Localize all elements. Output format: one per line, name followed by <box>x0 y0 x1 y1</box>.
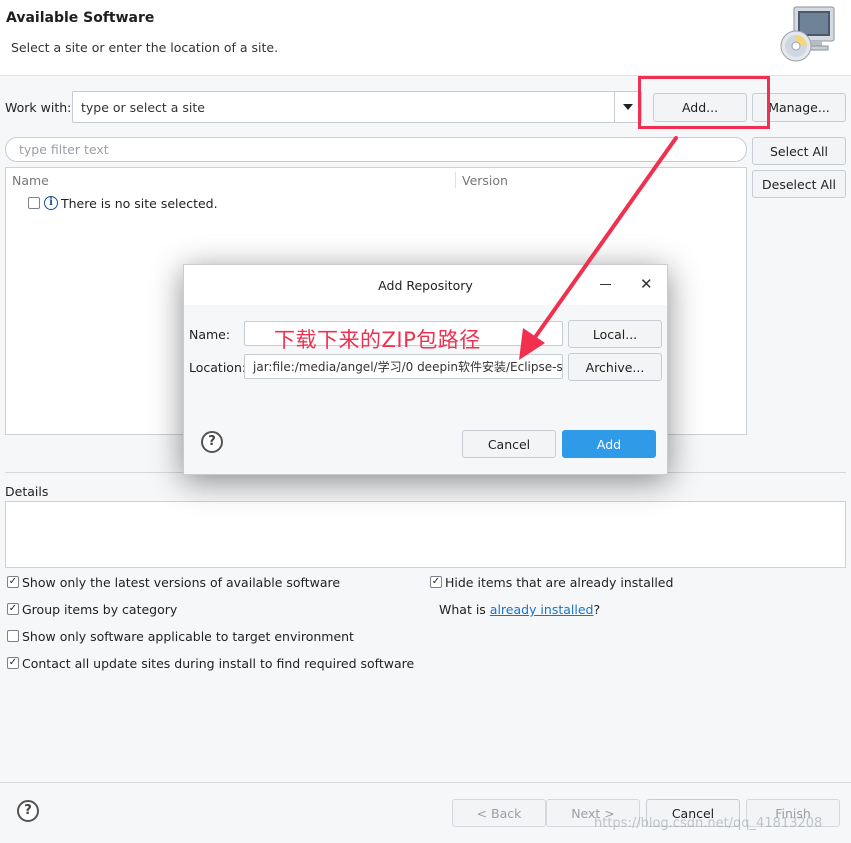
annotation-arrow <box>519 136 678 360</box>
